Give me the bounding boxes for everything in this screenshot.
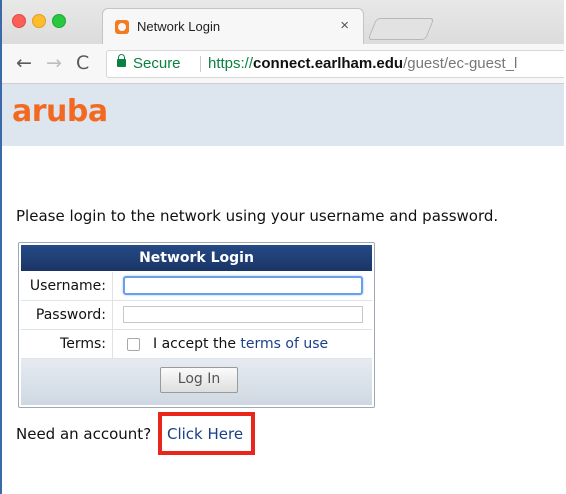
password-row: Password: bbox=[21, 301, 372, 330]
url-text: https://connect.earlham.edu/guest/ec-gue… bbox=[208, 51, 517, 77]
log-in-button[interactable]: Log In bbox=[160, 367, 238, 393]
url-path: /guest/ec-guest_l bbox=[403, 55, 518, 72]
username-label: Username: bbox=[21, 272, 113, 300]
login-form-title: Network Login bbox=[21, 245, 372, 271]
network-login-form: Network Login Username: Password: Terms:… bbox=[18, 242, 375, 408]
accept-terms-checkbox[interactable] bbox=[127, 338, 140, 351]
page-header: aruba bbox=[2, 84, 564, 146]
url-host: connect.earlham.edu bbox=[253, 55, 404, 72]
new-tab-button[interactable] bbox=[367, 18, 435, 40]
address-separator bbox=[200, 56, 201, 72]
terms-prefix: I accept the bbox=[153, 336, 236, 352]
tab-bar: Network Login × bbox=[2, 0, 564, 44]
back-arrow-icon[interactable]: ← bbox=[16, 52, 32, 74]
aruba-favicon-icon bbox=[115, 20, 129, 34]
username-row: Username: bbox=[21, 272, 372, 301]
secure-label: Secure bbox=[133, 55, 181, 72]
minimize-window-button[interactable] bbox=[32, 14, 46, 28]
terms-label: Terms: bbox=[21, 330, 113, 358]
browser-toolbar: ← → C Secure https://connect.earlham.edu… bbox=[2, 44, 564, 84]
reload-icon[interactable]: C bbox=[76, 52, 89, 74]
forward-arrow-icon[interactable]: → bbox=[46, 52, 62, 74]
terms-of-use-link[interactable]: terms of use bbox=[240, 336, 328, 352]
password-input[interactable] bbox=[123, 306, 363, 323]
highlight-box bbox=[158, 412, 255, 455]
maximize-window-button[interactable] bbox=[52, 14, 66, 28]
username-input[interactable] bbox=[123, 276, 363, 295]
aruba-logo: aruba bbox=[12, 94, 108, 129]
browser-window: Network Login × ← → C Secure https://con… bbox=[0, 0, 564, 494]
url-scheme: https:// bbox=[208, 55, 254, 72]
password-label: Password: bbox=[21, 301, 113, 329]
tab-close-icon[interactable]: × bbox=[340, 17, 349, 34]
need-account-text: Need an account? bbox=[16, 425, 152, 443]
login-instructions: Please login to the network using your u… bbox=[16, 207, 499, 225]
address-bar[interactable]: Secure https://connect.earlham.edu/guest… bbox=[106, 50, 564, 78]
tab-title: Network Login bbox=[137, 19, 221, 34]
terms-text: I accept the terms of use bbox=[153, 330, 328, 358]
terms-row: Terms: I accept the terms of use bbox=[21, 330, 372, 359]
tab-network-login[interactable]: Network Login × bbox=[102, 8, 364, 44]
close-window-button[interactable] bbox=[12, 14, 26, 28]
submit-row: Log In bbox=[21, 359, 372, 405]
lock-icon bbox=[117, 54, 126, 67]
